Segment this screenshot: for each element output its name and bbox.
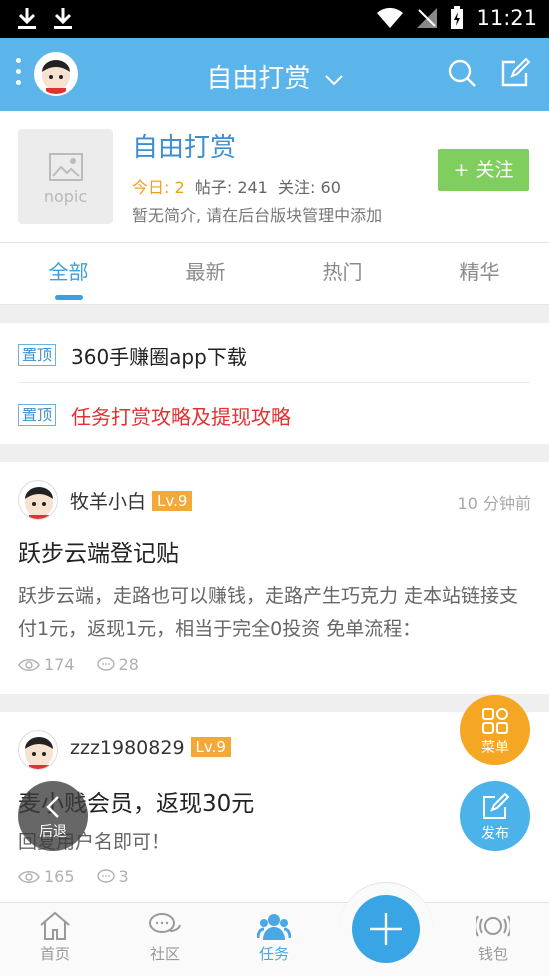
author-line: zzz1980829 Lv.9 [70,737,231,759]
forum-name: 自由打赏 [132,133,237,163]
download-icon [18,8,36,29]
nav-community-label: 社区 [149,945,180,963]
pinned-title: 360手赚圈app下载 [71,345,247,369]
home-icon [40,911,70,940]
view-count: 165 [44,867,75,886]
post-time: 10 分钟前 [457,494,531,513]
publish-fab[interactable]: 发布 [460,781,530,851]
pinned-list: 置顶 360手赚圈app下载 置顶 任务打赏攻略及提现攻略 [0,323,549,444]
active-tab-indicator [55,295,83,300]
menu-fab[interactable]: 菜单 [460,695,530,765]
comment-count: 28 [118,655,139,674]
nav-task[interactable]: 任务 [239,911,309,964]
clock: 11:21 [476,6,537,30]
eye-icon [18,870,40,883]
pinned-badge: 置顶 [18,344,57,366]
avatar-icon [25,487,53,519]
back-fab-label: 后退 [39,824,67,840]
view-count: 174 [44,655,75,674]
no-signal-icon [417,8,438,28]
forum-description: 暂无简介, 请在后台版块管理中添加 [132,206,383,225]
nav-home[interactable]: 首页 [20,911,90,964]
chevron-down-icon [324,74,343,85]
avatar-icon [25,737,53,769]
wallet-icon [476,915,510,937]
eye-icon [18,658,40,671]
tab-latest[interactable]: 最新 [137,243,274,305]
app-bar: 自由打赏 [0,38,549,111]
forum-header: nopic 自由打赏 今日: 2 帖子: 241 关注: 60 暂无简介, 请在… [0,111,549,243]
battery-charging-icon [451,6,464,29]
forum-stats: 今日: 2 帖子: 241 关注: 60 [132,174,341,198]
chevron-left-icon [46,796,59,818]
pinned-title: 任务打赏攻略及提现攻略 [71,405,291,429]
nav-task-label: 任务 [258,945,289,963]
post-excerpt: 回复用户名即可！ [18,831,171,853]
pinned-item[interactable]: 置顶 360手赚圈app下载 [18,323,530,383]
back-fab[interactable]: 后退 [18,781,88,851]
author-avatar[interactable] [18,730,58,770]
today-count: 今日: 2 [132,178,185,197]
search-icon[interactable] [447,58,477,88]
download-icon [54,8,72,29]
grid-icon [482,708,508,734]
filter-tabs: 全部 最新 热门 精华 [0,243,549,305]
comment-icon [96,656,115,671]
tab-hot[interactable]: 热门 [274,243,411,305]
task-icon [257,914,291,940]
comment-icon [96,868,115,883]
plus-icon [370,913,402,945]
community-icon [149,913,181,933]
image-placeholder-icon [48,153,83,181]
forum-cover-placeholder: nopic [18,129,113,224]
comment-count: 3 [118,867,129,886]
post-card[interactable]: 牧羊小白 Lv.9 10 分钟前 跃步云端登记贴 跃步云端，走路也可以赚钱，走路产… [0,462,549,694]
app-bar-title: 自由打赏 [206,64,311,94]
pinned-badge: 置顶 [18,404,57,426]
publish-fab-label: 发布 [481,826,509,842]
author-avatar[interactable] [18,480,58,520]
nav-community[interactable]: 社区 [130,911,200,964]
level-badge: Lv.9 [152,491,193,511]
follow-button[interactable]: + 关注 [438,149,529,191]
bottom-navigation: 首页 社区 任务 钱包 [0,902,549,976]
post-count: 帖子: 241 [194,178,268,197]
post-meta: 174 28 [18,655,139,674]
nav-wallet[interactable]: 钱包 [458,911,528,964]
post-meta: 165 3 [18,867,129,886]
edit-icon [483,793,509,819]
compose-icon[interactable] [500,58,530,88]
pinned-item[interactable]: 置顶 任务打赏攻略及提现攻略 [18,383,530,443]
nav-add-button[interactable] [352,895,420,963]
nav-wallet-label: 钱包 [477,945,508,963]
nav-home-label: 首页 [39,945,70,963]
author-name[interactable]: 牧羊小白 [70,491,146,513]
author-line: 牧羊小白 Lv.9 [70,487,193,514]
menu-fab-label: 菜单 [481,740,509,756]
author-name[interactable]: zzz1980829 [70,737,185,759]
nopic-label: nopic [43,187,88,206]
level-badge: Lv.9 [190,737,231,757]
tab-featured[interactable]: 精华 [411,243,548,305]
follow-count: 关注: 60 [278,178,341,197]
status-bar: 11:21 [0,0,549,38]
wifi-icon [377,7,404,28]
post-excerpt: 跃步云端，走路也可以赚钱，走路产生巧克力 走本站链接支付1元，返现1元，相当于完… [18,585,519,640]
post-title: 跃步云端登记贴 [18,541,179,567]
